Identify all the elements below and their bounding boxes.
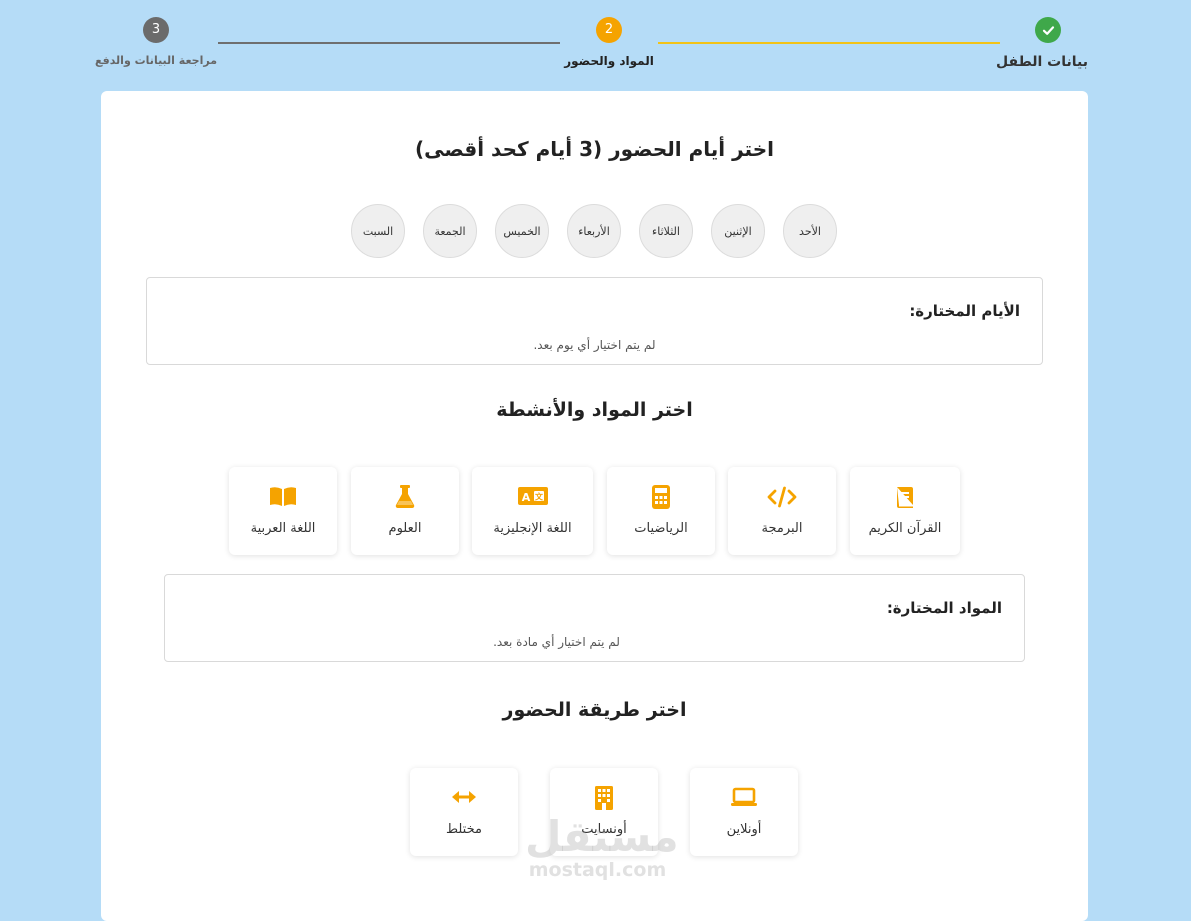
selected-days-title: الأيام المختارة:: [909, 302, 1020, 320]
calculator-icon: [607, 485, 715, 509]
selected-subjects-empty: لم يتم اختيار أي مادة بعد.: [493, 635, 620, 649]
days-picker: الأحد الإثنين الثلاثاء الأربعاء الخميس ا…: [351, 204, 839, 260]
mode-label: مختلط: [446, 822, 482, 837]
day-option-friday[interactable]: الجمعة: [423, 204, 477, 258]
step-subjects-attendance[interactable]: 2 المواد والحضور: [564, 17, 654, 68]
subject-label: الرياضيات: [634, 521, 688, 536]
mode-label: أونلاين: [726, 822, 762, 837]
code-icon: [728, 485, 836, 509]
subject-tile-math[interactable]: الرياضيات: [607, 467, 715, 555]
svg-text:A: A: [521, 491, 530, 504]
stepper-line-completed: [658, 42, 1000, 44]
selected-days-box: الأيام المختارة: لم يتم اختيار أي يوم بع…: [146, 277, 1043, 365]
subject-label: اللغة الإنجليزية: [493, 521, 572, 536]
form-card: اختر أيام الحضور (3 أيام كحد أقصى) الأحد…: [101, 91, 1088, 921]
check-icon: [1035, 17, 1061, 43]
progress-stepper: بيانات الطفل 2 المواد والحضور 3 مراجعة ا…: [0, 0, 1191, 90]
day-option-tuesday[interactable]: الثلاثاء: [639, 204, 693, 258]
subject-label: اللغة العربية: [250, 521, 316, 536]
step-label: مراجعة البيانات والدفع: [94, 54, 218, 67]
subject-label: القرآن الكريم: [868, 521, 942, 536]
subject-tile-arabic[interactable]: اللغة العربية: [229, 467, 337, 555]
day-option-saturday[interactable]: السبت: [351, 204, 405, 258]
quran-book-icon: [850, 485, 960, 509]
selected-subjects-title: المواد المختارة:: [886, 599, 1002, 617]
step-number: 2: [596, 17, 622, 43]
stepper-line-upcoming: [218, 42, 560, 44]
flask-icon: [351, 485, 459, 509]
subject-tile-english[interactable]: A文 اللغة الإنجليزية: [472, 467, 593, 555]
subjects-section-title: اختر المواد والأنشطة: [496, 399, 693, 421]
svg-text:文: 文: [535, 492, 544, 502]
day-option-monday[interactable]: الإثنين: [711, 204, 765, 258]
step-label: بيانات الطفل: [996, 54, 1088, 70]
mode-label: أونسايت: [581, 822, 627, 837]
subject-tile-quran[interactable]: القرآن الكريم: [850, 467, 960, 555]
day-option-wednesday[interactable]: الأربعاء: [567, 204, 621, 258]
laptop-icon: [690, 786, 798, 808]
selected-days-empty: لم يتم اختيار أي يوم بعد.: [533, 338, 656, 352]
step-number: 3: [143, 17, 169, 43]
arrows-horizontal-icon: [410, 786, 518, 808]
selected-subjects-box: المواد المختارة: لم يتم اختيار أي مادة ب…: [164, 574, 1025, 662]
subject-label: العلوم: [388, 521, 422, 536]
mode-tile-onsite[interactable]: أونسايت: [550, 768, 658, 856]
language-icon: A文: [472, 485, 593, 507]
mode-tile-online[interactable]: أونلاين: [690, 768, 798, 856]
open-book-icon: [229, 485, 337, 507]
days-section-title: اختر أيام الحضور (3 أيام كحد أقصى): [415, 137, 774, 161]
mode-tile-hybrid[interactable]: مختلط: [410, 768, 518, 856]
day-option-sunday[interactable]: الأحد: [783, 204, 837, 258]
subject-label: البرمجة: [761, 521, 803, 536]
day-option-thursday[interactable]: الخميس: [495, 204, 549, 258]
step-review-payment[interactable]: 3 مراجعة البيانات والدفع: [95, 17, 217, 67]
mode-section-title: اختر طريقة الحضور: [502, 699, 687, 721]
subject-tile-science[interactable]: العلوم: [351, 467, 459, 555]
subject-tile-programming[interactable]: البرمجة: [728, 467, 836, 555]
step-label: المواد والحضور: [564, 54, 654, 68]
building-icon: [550, 786, 658, 810]
step-child-info[interactable]: بيانات الطفل: [996, 17, 1088, 70]
